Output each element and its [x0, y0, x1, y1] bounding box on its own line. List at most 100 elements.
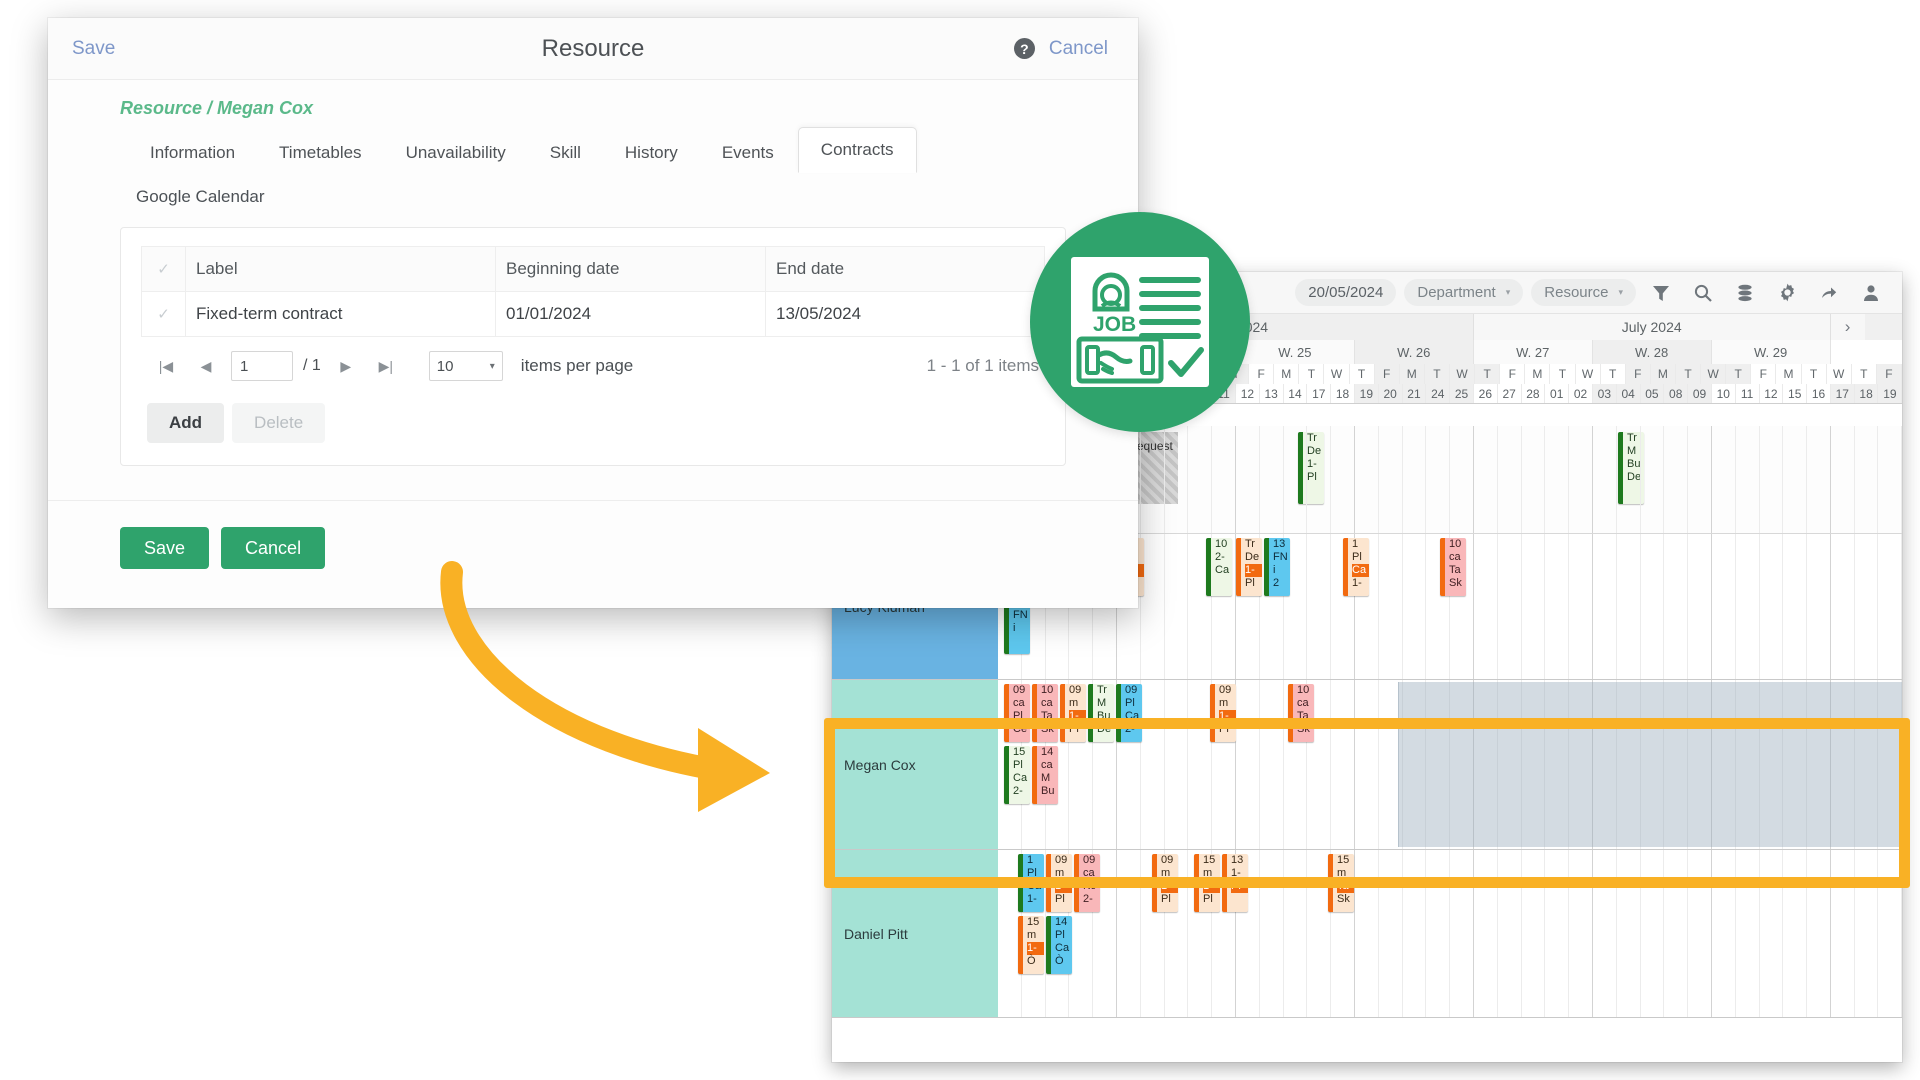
page-number-input[interactable]	[231, 351, 293, 381]
task-chip[interactable]: 13 FN i 2	[1264, 538, 1290, 596]
day-number-cell: 28	[1521, 384, 1546, 403]
search-icon[interactable]	[1686, 276, 1720, 310]
task-chip[interactable]: 09 m 1- Pl	[1046, 854, 1072, 912]
grid-column	[1260, 850, 1284, 1017]
task-chip[interactable]: 15 m 1- Ò	[1018, 916, 1044, 974]
task-chip-line: Kc	[1083, 880, 1096, 892]
day-number-cell: 18	[1331, 384, 1355, 403]
tab-history[interactable]: History	[605, 133, 698, 173]
task-chip[interactable]: 10 ca Ta Sk	[1288, 684, 1314, 742]
dialog-header: Save Resource ? Cancel	[48, 18, 1138, 80]
day-number-cell: 16	[1807, 384, 1831, 403]
prev-page-button[interactable]: ◀	[191, 352, 221, 380]
task-chip[interactable]: 10 ca Ta Sk	[1440, 538, 1466, 596]
task-chip[interactable]: Tr De 1- Pl	[1236, 538, 1262, 596]
table-actions: Add Delete	[141, 381, 1045, 443]
task-chip-line: 1-	[1219, 710, 1236, 723]
pager-count: 1 - 1 of 1 items	[926, 356, 1039, 375]
task-chip[interactable]: 09 Pl Ca 2-	[1116, 684, 1142, 742]
tab-timetables[interactable]: Timetables	[259, 133, 382, 173]
column-header-end-date[interactable]: End date	[765, 246, 1045, 292]
task-chip-line: 09	[1069, 684, 1082, 696]
task-chip-line: 15	[1337, 854, 1350, 866]
task-chip[interactable]: 09 ca Kc 2-	[1074, 854, 1100, 912]
last-page-button[interactable]: ▶|	[371, 352, 401, 380]
task-chip-line: m	[1027, 929, 1037, 941]
database-icon[interactable]	[1728, 276, 1762, 310]
table-header-row: ✓ Label Beginning date End date	[141, 246, 1045, 292]
task-chip-line: Sk	[1297, 723, 1310, 735]
task-chip[interactable]: 09 m 1- Pl	[1060, 684, 1086, 742]
weekday-cell: T	[1424, 364, 1450, 384]
resource-select[interactable]: Resource ▾	[1531, 279, 1636, 306]
select-all-checkbox[interactable]: ✓	[141, 246, 186, 292]
gear-icon[interactable]	[1770, 276, 1804, 310]
first-page-button[interactable]: |◀	[151, 352, 181, 380]
row-checkbox[interactable]: ✓	[141, 291, 186, 337]
add-button[interactable]: Add	[147, 403, 225, 443]
save-button[interactable]: Save	[120, 527, 210, 569]
header-save-link[interactable]: Save	[72, 38, 115, 60]
task-chip[interactable]: 14 Pl Ca Ò	[1046, 916, 1072, 974]
task-chip[interactable]: 09 ca Pl Ce	[1004, 684, 1030, 742]
task-chip[interactable]: 1 Pl Ca 1-	[1343, 538, 1369, 596]
task-chip[interactable]: 13 1- Pl	[1222, 854, 1248, 912]
table-row[interactable]: ✓ Fixed-term contract 01/01/2024 13/05/2…	[141, 291, 1045, 337]
task-chip-line: i	[1273, 564, 1276, 576]
chevron-right-icon[interactable]: ›	[1830, 314, 1865, 340]
grid-column	[1355, 850, 1379, 1017]
task-chip[interactable]: 1 Pl Ca 1-	[1018, 854, 1044, 912]
weekday-cell: T	[1675, 364, 1702, 384]
column-header-label[interactable]: Label	[185, 246, 496, 292]
resource-timeline: 09 ca Pl Ce 10 ca Ta Sk 09 m 1- Pl Tr M Bu De 09 Pl Ca 2- 15…	[998, 680, 1902, 849]
cancel-button[interactable]: Cancel	[221, 527, 326, 569]
help-icon[interactable]: ?	[1013, 38, 1035, 59]
task-chip[interactable]: Tr M Bu De	[1088, 684, 1114, 742]
task-chip[interactable]: 15 m Ta Sk	[1328, 854, 1354, 912]
page-total-label: / 1	[303, 357, 321, 374]
resource-timeline: 1 Pl Ca 1- 09 m 1- Pl 09 ca Kc 2- 15 m 1- Ò 14 Pl Ca Ò 09 m 1-…	[998, 850, 1902, 1017]
task-chip-line: 2-	[1013, 785, 1023, 797]
grid-column	[1688, 850, 1712, 1017]
task-chip-line: m	[1219, 697, 1229, 709]
day-number-cell: 08	[1664, 384, 1689, 403]
task-chip[interactable]: 10 2- Ca	[1206, 538, 1232, 596]
task-chip[interactable]: 15 Pl Ca 2-	[1004, 746, 1030, 804]
items-per-page-select[interactable]: 10 ▾	[428, 351, 503, 381]
grid-column	[1331, 426, 1355, 533]
task-chip-line: ca	[1041, 697, 1053, 709]
grid-column	[1236, 680, 1260, 849]
resource-row[interactable]: Daniel Pitt 1 Pl Ca 1- 09 m 1- Pl 09 ca Kc 2- 15 m 1- Ò 1…	[832, 850, 1902, 1018]
task-chip[interactable]: 09 m 1- Pl	[1152, 854, 1178, 912]
department-select-label: Department	[1417, 284, 1496, 301]
task-chip-line: Pl	[1055, 893, 1065, 905]
tab-information[interactable]: Information	[130, 133, 255, 173]
tab-contracts[interactable]: Contracts	[797, 127, 917, 173]
tab-events[interactable]: Events	[702, 133, 794, 173]
user-icon[interactable]	[1854, 276, 1888, 310]
grid-column	[1760, 426, 1784, 533]
task-chip[interactable]: 10 ca Ta Sk	[1032, 684, 1058, 742]
grid-column	[1593, 850, 1617, 1017]
next-page-button[interactable]: ▶	[331, 352, 361, 380]
grid-column	[1855, 534, 1879, 679]
grid-column	[1807, 850, 1831, 1017]
grid-column	[1760, 534, 1784, 679]
task-chip-line: 2	[1273, 577, 1280, 589]
tab-skill[interactable]: Skill	[530, 133, 601, 173]
department-select[interactable]: Department ▾	[1404, 279, 1524, 306]
task-chip[interactable]: 09 m 1- Pl	[1210, 684, 1236, 742]
task-chip[interactable]: 14 ca M Bu	[1032, 746, 1058, 804]
date-picker[interactable]: 20/05/2024	[1295, 279, 1397, 306]
task-chip-line: ca	[1041, 759, 1053, 771]
filter-icon[interactable]	[1644, 276, 1678, 310]
grid-column	[1474, 534, 1498, 679]
tab-unavailability[interactable]: Unavailability	[386, 133, 526, 173]
task-chip-line: 14	[1041, 746, 1054, 758]
task-chip[interactable]: 15 m 1- Pl	[1194, 854, 1220, 912]
resource-row[interactable]: Megan Cox 09 ca Pl Ce 10 ca Ta Sk 09 m 1- Pl Tr M Bu De 0…	[832, 680, 1902, 850]
header-cancel-link[interactable]: Cancel	[1049, 38, 1108, 60]
share-icon[interactable]	[1812, 276, 1846, 310]
task-chip-line: 1-	[1161, 880, 1178, 893]
column-header-beginning-date[interactable]: Beginning date	[495, 246, 766, 292]
